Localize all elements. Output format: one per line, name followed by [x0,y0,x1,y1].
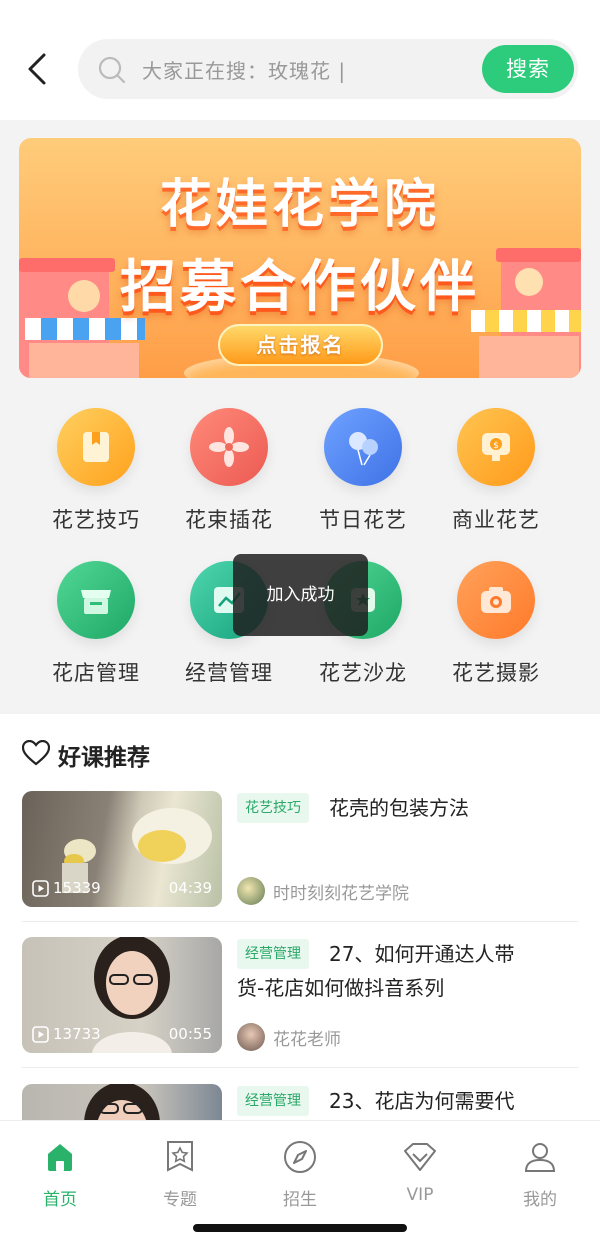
bookmark-book-icon [83,432,109,462]
category-label: 花店管理 [52,661,140,685]
promo-banner[interactable]: 花娃花学院 招募合作伙伴 点击报名 [19,138,581,378]
tab-vip[interactable]: VIP [360,1139,480,1205]
camera-icon [481,587,511,613]
category-icon-bg [324,408,402,486]
category-shop-management[interactable]: 花店管理 [31,561,161,687]
category-label: 商业花艺 [452,508,540,532]
course-author[interactable]: 时时刻刻花艺学院 [237,877,409,905]
category-bouquet[interactable]: 花束插花 [164,408,294,534]
chevron-left-icon [28,53,46,85]
divider [22,921,578,922]
shop-icon [81,590,111,614]
category-holiday[interactable]: 节日花艺 [298,408,428,534]
author-name: 花花老师 [273,1029,341,1050]
back-button[interactable] [24,52,54,86]
search-input[interactable]: 大家正在搜：玫瑰花 | [142,55,346,84]
avatar [237,1023,265,1051]
course-title[interactable]: 花壳的包装方法 [237,791,537,825]
top-bar: 大家正在搜：玫瑰花 | 搜索 [0,0,600,120]
tab-label: 首页 [43,1190,77,1210]
search-bar[interactable]: 大家正在搜：玫瑰花 | 搜索 [78,39,578,99]
heart-icon [22,740,50,766]
category-label: 节日花艺 [319,508,407,532]
star-bookmark-icon [167,1141,193,1172]
category-icon-bg [457,561,535,639]
course-card[interactable]: 13733 00:55 经营管理 27、如何开通达人带货-花店如何做抖音系列 花… [22,937,578,1069]
tab-label: 招生 [283,1190,317,1210]
toast-message: 加入成功 [233,554,368,636]
signup-button[interactable]: 点击报名 [218,324,383,366]
duration: 00:55 [168,1025,212,1043]
svg-text:$: $ [493,441,499,451]
tab-label: VIP [406,1185,434,1205]
category-label: 花艺摄影 [452,661,540,685]
tab-home[interactable]: 首页 [0,1139,120,1210]
category-icon-bg [190,408,268,486]
play-icon [32,1025,49,1043]
category-icon-bg: $ [457,408,535,486]
coin-monitor-icon: $ [482,433,510,461]
banner-title: 花娃花学院 [159,175,440,235]
tab-topics[interactable]: 专题 [120,1139,240,1210]
category-label: 经营管理 [185,661,273,685]
author-name: 时时刻刻花艺学院 [273,883,409,904]
view-count: 15339 [32,879,101,897]
category-icon-bg [57,408,135,486]
banner-subtitle: 招募合作伙伴 [120,255,480,320]
search-button[interactable]: 搜索 [482,45,574,93]
divider [22,1067,578,1068]
tab-label: 我的 [523,1190,557,1210]
tab-enrollment[interactable]: 招生 [240,1139,360,1210]
avatar [237,877,265,905]
course-thumbnail[interactable]: 13733 00:55 [22,937,222,1053]
recommended-section: 好课推荐 15339 04:39 花艺技巧 花壳的包装方法 时时刻刻花艺学院 1… [0,714,600,1200]
course-thumbnail[interactable]: 15339 04:39 [22,791,222,907]
view-count-text: 13733 [53,1025,101,1043]
tab-mine[interactable]: 我的 [480,1139,600,1210]
course-card[interactable]: 15339 04:39 花艺技巧 花壳的包装方法 时时刻刻花艺学院 [22,791,578,923]
course-title[interactable]: 27、如何开通达人带货-花店如何做抖音系列 [237,937,537,1005]
duration: 04:39 [168,879,212,897]
view-count-text: 15339 [53,879,101,897]
category-floral-skills[interactable]: 花艺技巧 [31,408,161,534]
course-title[interactable]: 23、花店为何需要代 [237,1084,537,1118]
category-label: 花艺技巧 [52,508,140,532]
play-icon [32,879,49,897]
category-icon-bg [57,561,135,639]
flower-icon [209,427,249,467]
balloons-icon [349,432,378,466]
category-label: 花艺沙龙 [319,661,407,685]
diamond-icon [404,1143,436,1171]
user-icon [524,1143,556,1172]
compass-icon [284,1141,316,1173]
tab-label: 专题 [163,1190,197,1210]
view-count: 13733 [32,1025,101,1043]
category-photography[interactable]: 花艺摄影 [431,561,561,687]
home-icon [48,1144,72,1171]
section-title: 好课推荐 [58,745,150,771]
course-author[interactable]: 花花老师 [237,1023,341,1051]
category-label: 花束插花 [185,508,273,532]
search-icon [98,56,126,84]
home-indicator [193,1224,407,1232]
category-commercial[interactable]: $ 商业花艺 [431,408,561,534]
